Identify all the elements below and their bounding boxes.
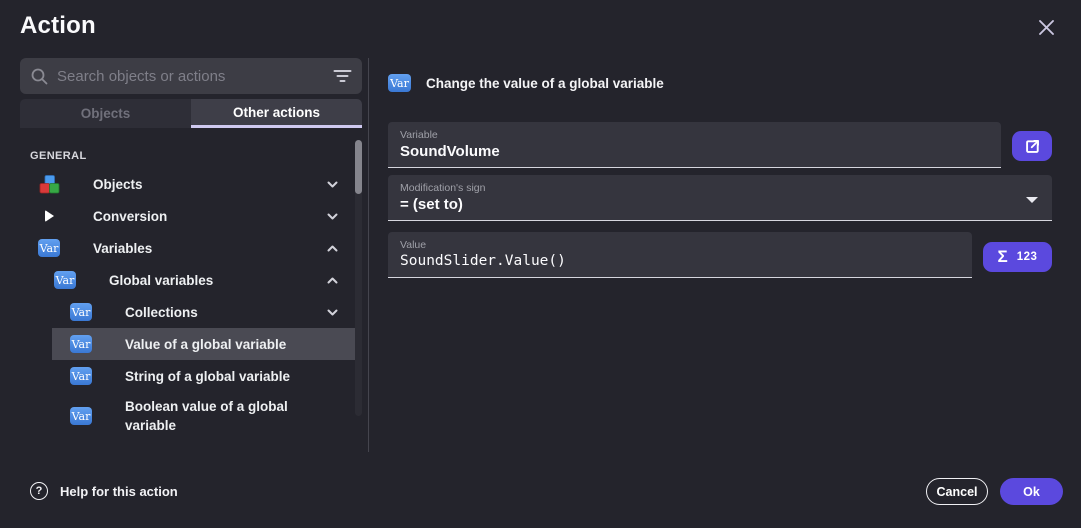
- var-badge-icon: Var: [70, 367, 92, 385]
- value-field[interactable]: Value SoundSlider.Value(): [388, 232, 972, 278]
- variable-field-label: Variable: [400, 129, 989, 141]
- cancel-button[interactable]: Cancel: [926, 478, 988, 505]
- tree-item-string-of-global-variable[interactable]: Var String of a global variable: [0, 360, 368, 392]
- var-badge-icon: Var: [70, 335, 92, 353]
- tree-item-label: Variables: [93, 239, 152, 258]
- tree-item-label: Boolean value of a global variable: [125, 397, 330, 435]
- chevron-up-icon: [325, 241, 340, 256]
- action-header: Var Change the value of a global variabl…: [388, 74, 664, 92]
- tree-group-label: GENERAL: [0, 140, 368, 168]
- var-badge-icon: Var: [70, 303, 92, 321]
- panel-divider: [368, 58, 369, 452]
- tab-objects[interactable]: Objects: [20, 99, 191, 128]
- tree-item-collections[interactable]: Var Collections: [0, 296, 368, 328]
- action-tree: GENERAL Objects Conversion Var: [0, 140, 368, 458]
- dropdown-caret-icon: [1026, 197, 1038, 203]
- search-input[interactable]: [57, 68, 333, 85]
- sign-field-label: Modification's sign: [400, 182, 1040, 194]
- tree-item-conversion[interactable]: Conversion: [0, 200, 368, 232]
- tree-item-label: Value of a global variable: [125, 335, 286, 354]
- help-label: Help for this action: [60, 484, 178, 499]
- chevron-down-icon: [325, 209, 340, 224]
- tree-item-label: Global variables: [109, 271, 213, 290]
- sigma-button-digits: 123: [1017, 251, 1038, 263]
- open-in-new-icon: [1023, 137, 1042, 156]
- ok-button[interactable]: Ok: [1000, 478, 1063, 505]
- tab-bar: Objects Other actions: [20, 99, 362, 128]
- help-icon: ?: [30, 482, 48, 500]
- value-field-label: Value: [400, 239, 960, 251]
- filter-icon[interactable]: [333, 68, 352, 84]
- tree-item-global-variables[interactable]: Var Global variables: [0, 264, 368, 296]
- expression-builder-button[interactable]: Σ 123: [983, 242, 1052, 272]
- tab-other-actions[interactable]: Other actions: [191, 99, 362, 128]
- page-title: Action: [20, 12, 96, 40]
- variable-field-value: SoundVolume: [400, 143, 989, 160]
- sigma-icon: Σ: [998, 247, 1008, 267]
- help-link[interactable]: ? Help for this action: [30, 482, 178, 500]
- tree-item-variables[interactable]: Var Variables: [0, 232, 368, 264]
- var-badge-icon: Var: [38, 239, 60, 257]
- triangle-right-icon: [38, 210, 60, 222]
- tree-item-label: Collections: [125, 303, 198, 322]
- tree-item-objects[interactable]: Objects: [0, 168, 368, 200]
- open-variable-editor-button[interactable]: [1012, 131, 1052, 161]
- chevron-up-icon: [325, 273, 340, 288]
- tree-item-value-of-global-variable[interactable]: Var Value of a global variable: [52, 328, 356, 360]
- tree-item-label: String of a global variable: [125, 367, 290, 386]
- tree-item-label: Objects: [93, 175, 143, 194]
- tree-item-label: Conversion: [93, 207, 167, 226]
- chevron-down-icon: [325, 177, 340, 192]
- scrollbar-thumb[interactable]: [355, 140, 362, 194]
- var-badge-icon: Var: [388, 74, 411, 92]
- chevron-down-icon: [325, 305, 340, 320]
- var-badge-icon: Var: [54, 271, 76, 289]
- modification-sign-select[interactable]: Modification's sign = (set to): [388, 175, 1052, 221]
- objects-cubes-icon: [38, 174, 60, 195]
- variable-field[interactable]: Variable SoundVolume: [388, 122, 1001, 168]
- search-icon: [30, 67, 49, 86]
- action-dialog: Action Objects Other actions GENERAL: [0, 0, 1081, 528]
- sign-field-value: = (set to): [400, 196, 1040, 213]
- var-badge-icon: Var: [70, 407, 92, 425]
- search-bar[interactable]: [20, 58, 362, 94]
- tree-item-boolean-of-global-variable[interactable]: Var Boolean value of a global variable: [0, 392, 368, 440]
- value-field-value: SoundSlider.Value(): [400, 253, 960, 269]
- action-title: Change the value of a global variable: [426, 76, 664, 91]
- action-config-panel: Var Change the value of a global variabl…: [388, 0, 1052, 460]
